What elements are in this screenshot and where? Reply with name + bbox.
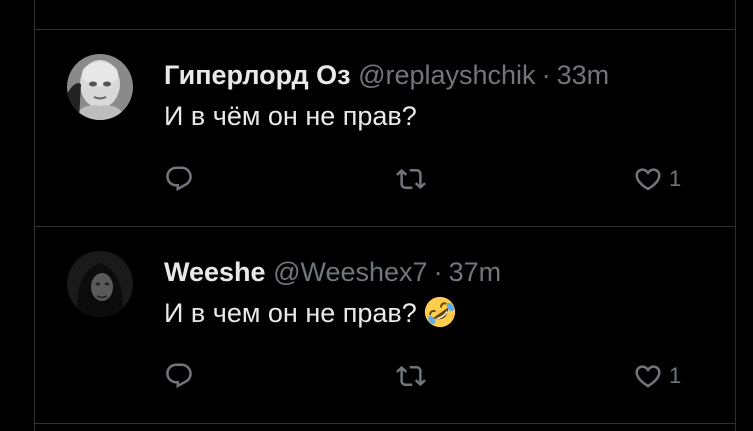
tweet-divider	[34, 423, 736, 424]
like-button[interactable]: 1	[633, 164, 681, 194]
reply-button[interactable]	[164, 164, 194, 194]
user-avatar[interactable]	[67, 251, 133, 317]
separator-dot: ·	[541, 60, 551, 90]
separator-dot: ·	[433, 257, 443, 287]
user-avatar[interactable]	[67, 54, 133, 120]
hooded-person-avatar-icon	[67, 251, 133, 317]
like-count: 1	[669, 166, 682, 191]
like-button[interactable]: 1	[633, 361, 681, 391]
heart-icon	[635, 365, 661, 388]
tweet-header: Weeshe @Weeshex7 · 37m	[164, 255, 501, 289]
tweet-actions: 1	[164, 164, 705, 200]
bald-person-avatar-icon	[67, 54, 133, 120]
like-count: 1	[669, 363, 682, 388]
tweet-text: И в чём он не прав?	[164, 101, 417, 131]
reply-button[interactable]	[164, 361, 194, 391]
tweet[interactable]: Weeshe @Weeshex7 · 37m И в чем он не прав?…	[35, 227, 735, 423]
timestamp[interactable]: 33m	[557, 60, 610, 90]
tweet[interactable]: Гиперлорд Оз @replayshchik · 33m И в чём о…	[35, 30, 735, 226]
tweet-text-content: И в чем он не прав?	[164, 298, 417, 328]
retweet-button[interactable]	[396, 361, 426, 391]
timestamp[interactable]: 37m	[449, 257, 502, 287]
reply-icon	[166, 166, 192, 192]
retweet-icon	[396, 365, 426, 387]
retweet-icon	[396, 168, 426, 190]
display-name[interactable]: Weeshe	[164, 257, 266, 287]
timeline-right-border	[735, 0, 736, 431]
tweet-text: И в чем он не прав?	[164, 295, 457, 331]
retweet-button[interactable]	[396, 164, 426, 194]
reply-icon	[166, 363, 192, 389]
rolling-on-floor-laughing-emoji-icon	[424, 296, 455, 328]
user-handle[interactable]: @Weeshex7	[273, 257, 428, 287]
tweet-actions: 1	[164, 361, 705, 397]
user-handle[interactable]: @replayshchik	[358, 60, 535, 90]
tweet-header: Гиперлорд Оз @replayshchik · 33m	[164, 58, 609, 92]
heart-icon	[635, 168, 661, 191]
display-name[interactable]: Гиперлорд Оз	[164, 60, 351, 90]
